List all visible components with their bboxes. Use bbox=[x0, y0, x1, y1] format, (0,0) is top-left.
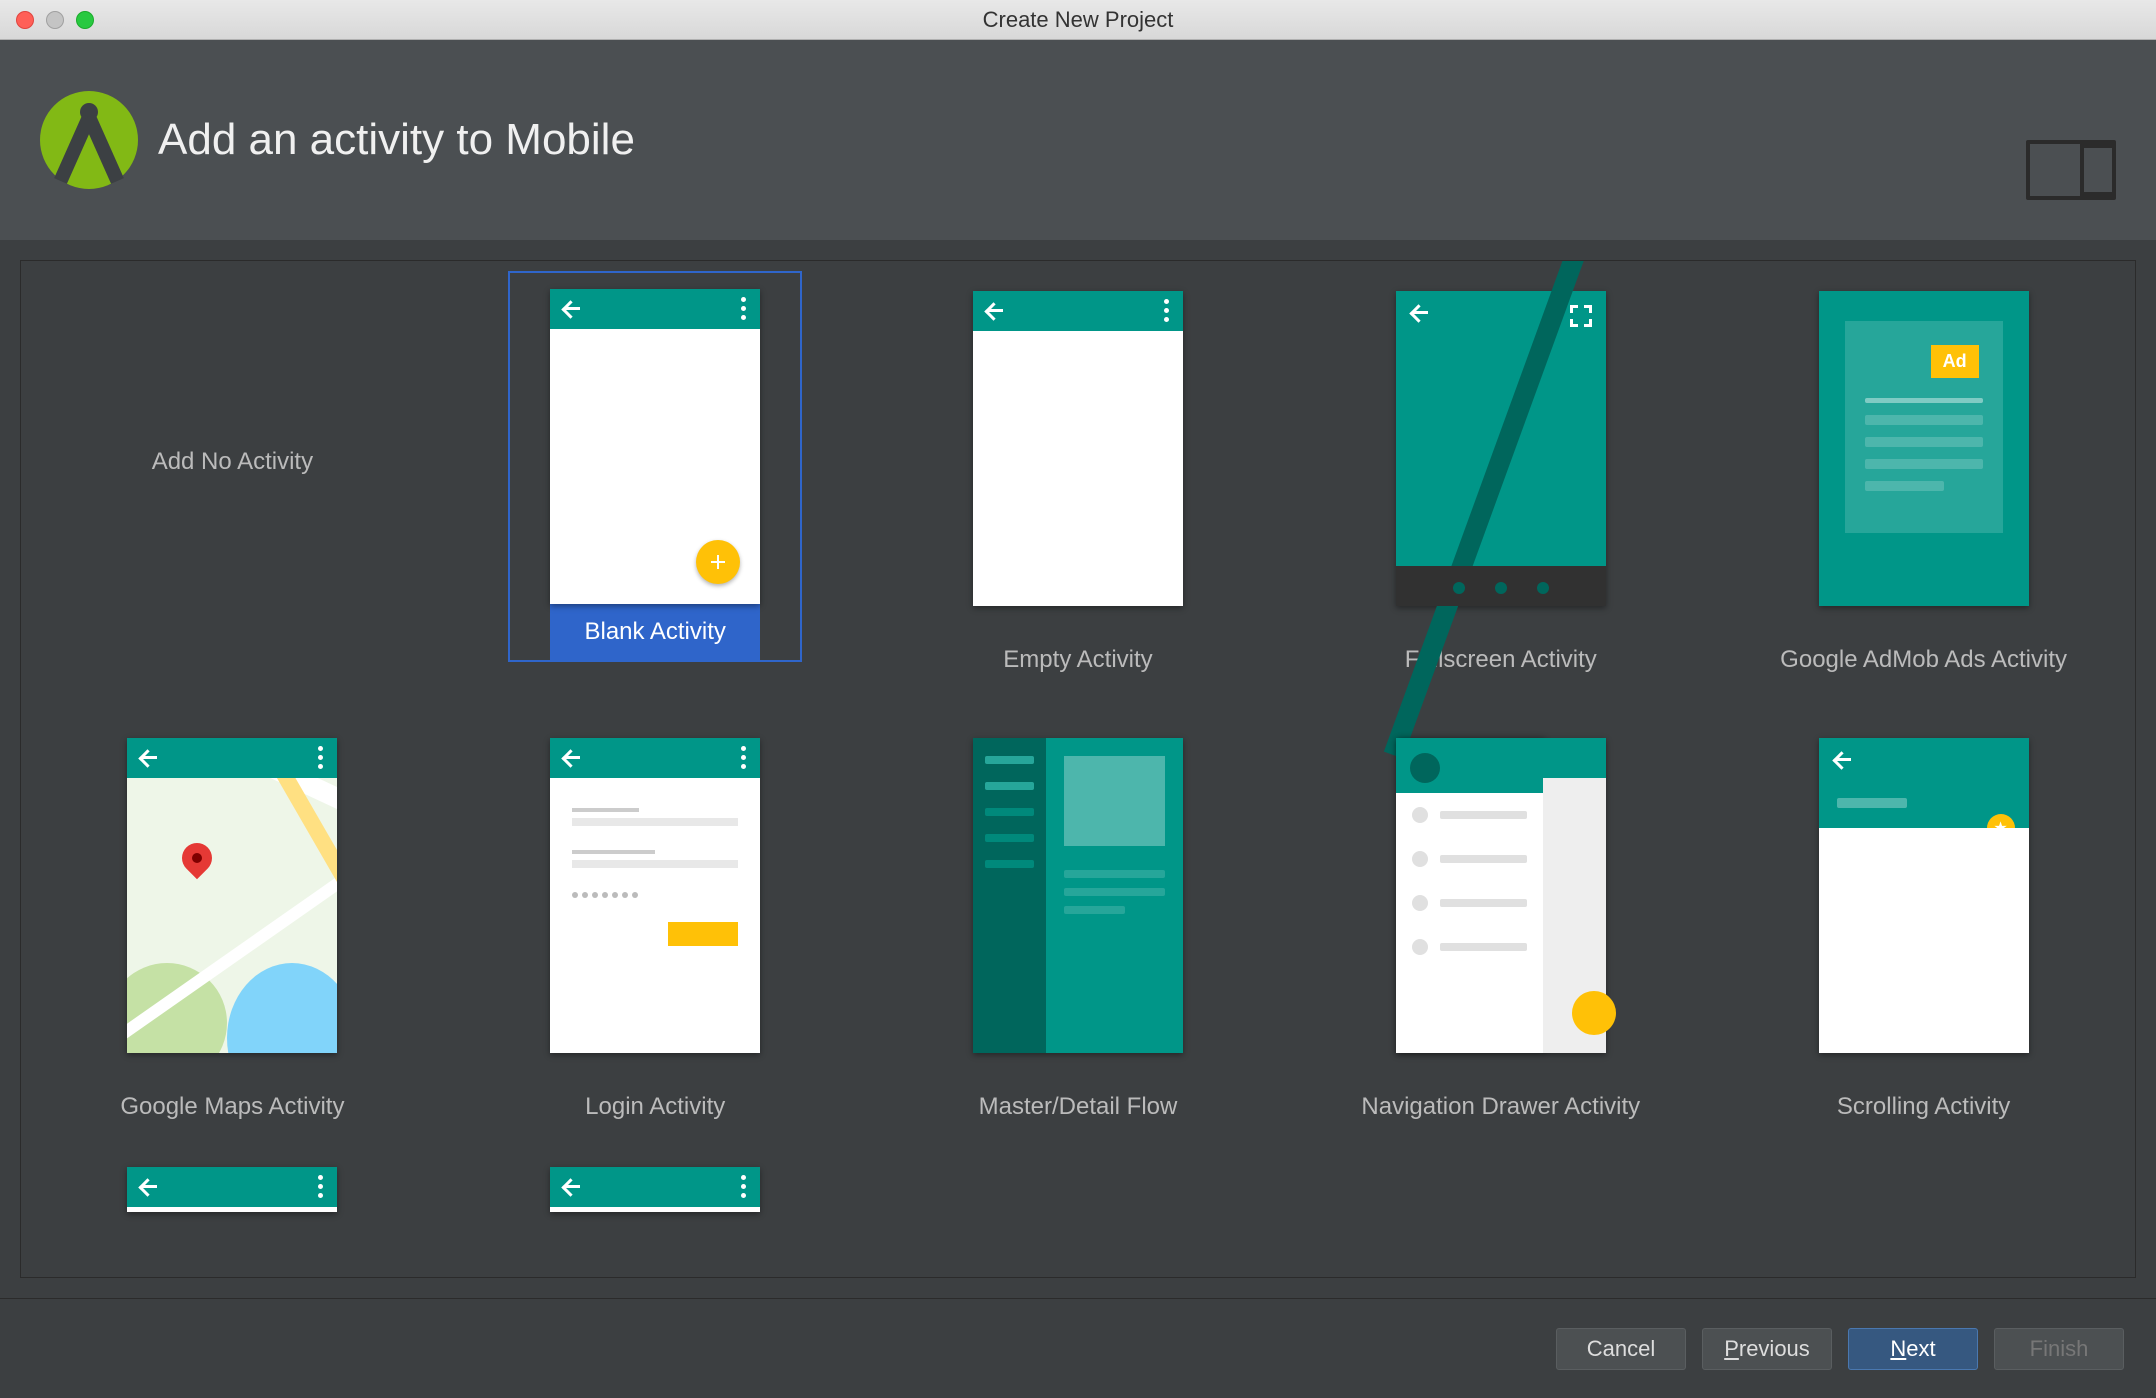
map-pin-icon bbox=[176, 837, 218, 879]
back-arrow-icon bbox=[562, 1179, 582, 1195]
template-preview-wrap: ★ bbox=[1775, 718, 2073, 1055]
next-mnemonic: N bbox=[1890, 1336, 1906, 1361]
android-studio-logo-icon bbox=[40, 91, 138, 189]
template-preview bbox=[973, 291, 1183, 606]
preview-appbar-icon bbox=[550, 289, 760, 329]
template-preview-wrap bbox=[929, 718, 1227, 1055]
preview-appbar-icon bbox=[127, 1167, 337, 1207]
template-preview: ★ bbox=[1819, 738, 2029, 1053]
overflow-menu-icon bbox=[741, 297, 746, 320]
cancel-button[interactable]: Cancel bbox=[1556, 1328, 1686, 1370]
previous-mnemonic: P bbox=[1724, 1336, 1739, 1361]
finish-button: Finish bbox=[1994, 1328, 2124, 1370]
nav-drawer-preview-icon bbox=[1396, 738, 1606, 1053]
template-preview bbox=[1396, 738, 1606, 1053]
template-label: Add No Activity bbox=[152, 448, 313, 476]
template-preview bbox=[127, 738, 337, 1053]
overflow-menu-icon bbox=[318, 746, 323, 769]
master-detail-preview-icon bbox=[973, 738, 1183, 1053]
map-preview-icon bbox=[127, 778, 337, 1053]
template-label: Google Maps Activity bbox=[120, 1093, 344, 1121]
template-no-activity[interactable]: Add No Activity bbox=[21, 261, 444, 708]
template-master-detail-flow[interactable]: Master/Detail Flow bbox=[867, 708, 1290, 1155]
avatar-icon bbox=[1410, 753, 1440, 783]
next-rest: ext bbox=[1906, 1336, 1935, 1361]
fab-icon bbox=[1572, 991, 1616, 1035]
template-label: Navigation Drawer Activity bbox=[1361, 1093, 1640, 1121]
template-preview-wrap bbox=[1352, 271, 1650, 608]
wizard-footer: Cancel Previous Next Finish bbox=[0, 1298, 2156, 1398]
template-partial[interactable] bbox=[21, 1155, 444, 1234]
back-arrow-icon bbox=[139, 1179, 159, 1195]
login-submit-icon bbox=[668, 922, 738, 946]
overflow-menu-icon bbox=[741, 746, 746, 769]
template-preview-wrap bbox=[929, 271, 1227, 608]
back-arrow-icon bbox=[1410, 305, 1430, 321]
window-title: Create New Project bbox=[0, 7, 2156, 33]
back-arrow-icon bbox=[985, 303, 1005, 319]
template-grid: Add No Activity Blank Activity Empty Act… bbox=[21, 261, 2135, 1234]
template-label: Login Activity bbox=[585, 1093, 725, 1121]
template-grid-scroll[interactable]: Add No Activity Blank Activity Empty Act… bbox=[20, 260, 2136, 1278]
back-arrow-icon bbox=[1833, 752, 1853, 768]
back-arrow-icon bbox=[139, 750, 159, 766]
template-label: Google AdMob Ads Activity bbox=[1780, 646, 2067, 674]
overflow-menu-icon bbox=[1164, 299, 1169, 322]
template-preview-wrap: Ad bbox=[1775, 271, 2073, 608]
next-button[interactable]: Next bbox=[1848, 1328, 1978, 1370]
template-blank-activity[interactable]: Blank Activity bbox=[444, 261, 867, 708]
template-gallery-area: Add No Activity Blank Activity Empty Act… bbox=[0, 240, 2156, 1298]
admob-preview-icon: Ad bbox=[1819, 291, 2029, 606]
template-empty-activity[interactable]: Empty Activity bbox=[867, 261, 1290, 708]
template-partial[interactable] bbox=[444, 1155, 867, 1234]
preview-appbar-icon bbox=[127, 738, 337, 778]
template-fullscreen-activity[interactable]: Fullscreen Activity bbox=[1289, 261, 1712, 708]
template-preview bbox=[1396, 291, 1606, 606]
window-titlebar: Create New Project bbox=[0, 0, 2156, 40]
template-preview-wrap bbox=[506, 718, 804, 1055]
template-label: Master/Detail Flow bbox=[979, 1093, 1178, 1121]
wizard-header: Add an activity to Mobile bbox=[0, 40, 2156, 240]
login-preview-icon bbox=[550, 778, 760, 1053]
fab-plus-icon bbox=[696, 540, 740, 584]
previous-button[interactable]: Previous bbox=[1702, 1328, 1832, 1370]
previous-rest: revious bbox=[1739, 1336, 1810, 1361]
template-scrolling-activity[interactable]: ★ Scrolling Activity bbox=[1712, 708, 2135, 1155]
template-preview-wrap: Add No Activity bbox=[108, 271, 357, 611]
back-arrow-icon bbox=[562, 301, 582, 317]
nav-dots-icon bbox=[1396, 582, 1606, 594]
fullscreen-preview-icon bbox=[1396, 291, 1606, 606]
template-nav-drawer-activity[interactable]: Navigation Drawer Activity bbox=[1289, 708, 1712, 1155]
template-preview-wrap bbox=[1352, 718, 1650, 1055]
template-preview bbox=[550, 289, 760, 604]
ad-badge: Ad bbox=[1931, 345, 1979, 378]
form-factor-icon bbox=[2026, 140, 2116, 200]
template-maps-activity[interactable]: Google Maps Activity bbox=[21, 708, 444, 1155]
template-preview: Ad bbox=[1819, 291, 2029, 606]
preview-appbar-icon bbox=[550, 738, 760, 778]
finish-label: Finish bbox=[2030, 1336, 2089, 1362]
template-label: Empty Activity bbox=[1003, 646, 1152, 674]
template-preview bbox=[550, 738, 760, 1053]
template-preview bbox=[973, 738, 1183, 1053]
template-label: Blank Activity bbox=[550, 618, 760, 646]
overflow-menu-icon bbox=[741, 1175, 746, 1198]
overflow-menu-icon bbox=[318, 1175, 323, 1198]
template-preview-wrap bbox=[83, 718, 381, 1055]
back-arrow-icon bbox=[562, 750, 582, 766]
template-login-activity[interactable]: Login Activity bbox=[444, 708, 867, 1155]
preview-appbar-icon bbox=[550, 1167, 760, 1207]
scrolling-header-icon: ★ bbox=[1819, 738, 2029, 828]
fullscreen-corners-icon bbox=[1570, 305, 1592, 327]
page-title: Add an activity to Mobile bbox=[158, 115, 635, 165]
cancel-label: Cancel bbox=[1587, 1336, 1655, 1362]
template-label: Scrolling Activity bbox=[1837, 1093, 2010, 1121]
template-admob-activity[interactable]: Ad Google AdMob Ads Activity bbox=[1712, 261, 2135, 708]
preview-appbar-icon bbox=[973, 291, 1183, 331]
template-preview-wrap: Blank Activity bbox=[508, 271, 802, 662]
